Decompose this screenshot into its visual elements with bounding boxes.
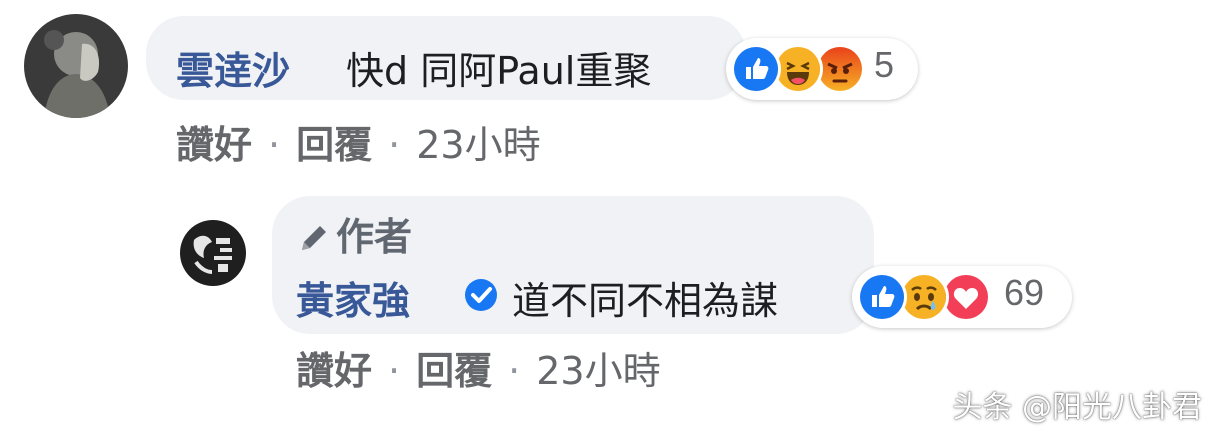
commenter-avatar[interactable]	[24, 14, 128, 118]
angry-icon	[818, 47, 862, 91]
like-button[interactable]: 讚好	[296, 349, 372, 393]
reaction-count: 69	[1004, 272, 1045, 313]
like-icon	[860, 275, 904, 319]
reply-timestamp[interactable]: 23小時	[536, 349, 660, 393]
reply-button[interactable]: 回覆	[416, 349, 492, 393]
pencil-icon	[302, 226, 326, 250]
separator-dot: ·	[508, 349, 521, 393]
source-watermark: 头条 @阳光八卦君	[952, 390, 1202, 425]
like-button[interactable]: 讚好	[176, 123, 252, 167]
separator-dot: ·	[388, 349, 401, 393]
verified-badge-icon	[464, 278, 498, 312]
comment-thread: 雲逹沙 快d 同阿Paul重聚 5 讚好 · 回覆 · 23小時 作者 黃家強 …	[0, 0, 1216, 434]
comment-author-name[interactable]: 雲逹沙	[176, 40, 290, 95]
comment-timestamp[interactable]: 23小時	[416, 123, 540, 167]
sad-icon	[902, 275, 946, 319]
haha-icon	[776, 47, 820, 91]
reply-button[interactable]: 回覆	[296, 123, 372, 167]
reaction-count: 5	[874, 44, 895, 85]
comment-actions: 讚好 · 回覆 · 23小時	[176, 114, 541, 169]
separator-dot: ·	[388, 123, 401, 167]
love-icon	[944, 275, 988, 319]
comment-text: 快d 同阿Paul重聚	[346, 49, 652, 93]
reactions-summary[interactable]: 69	[852, 266, 1072, 328]
reply-author-name[interactable]: 黃家強	[296, 270, 410, 325]
reply-author-avatar[interactable]	[180, 220, 246, 286]
like-icon	[734, 47, 778, 91]
reply-actions: 讚好 · 回覆 · 23小時	[296, 340, 661, 395]
author-badge: 作者	[296, 206, 412, 261]
separator-dot: ·	[268, 123, 281, 167]
reply-text: 道不同不相為謀	[512, 279, 779, 323]
reactions-summary[interactable]: 5	[726, 38, 918, 100]
author-badge-label: 作者	[336, 215, 413, 259]
